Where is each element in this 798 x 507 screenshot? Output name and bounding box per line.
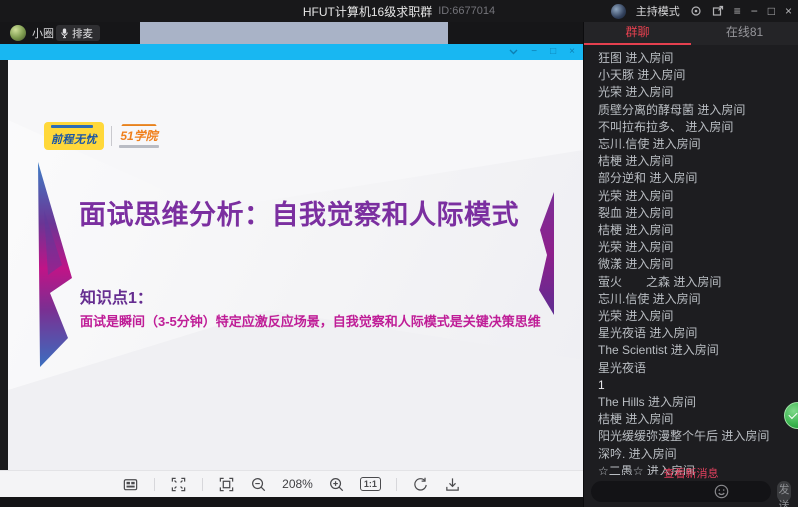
slide[interactable]: 前程无忧 51学院 面试思维分析：自我觉察和人际模式 知识点1： 面试是瞬间（3… xyxy=(8,60,583,470)
bottom-strip xyxy=(0,497,583,507)
toolbar-divider xyxy=(202,477,204,491)
chat-message: The Hills 进入房间 xyxy=(598,395,697,410)
slide-layout-button[interactable] xyxy=(122,476,139,493)
logo-51academy: 51学院 xyxy=(119,124,159,148)
chat-sidebar: 群聊 在线81 狂图 进入房间 小天豚 进入房间 光荣 进入房间质壁分离的酵母菌 进… xyxy=(583,22,798,507)
settings-gear-icon[interactable] xyxy=(690,5,702,17)
deck-minimize-icon[interactable]: − xyxy=(531,44,537,60)
host-avatar[interactable] xyxy=(610,3,626,19)
tab-group-chat[interactable]: 群聊 xyxy=(584,22,691,45)
queue-mic-label: 排麦 xyxy=(72,27,93,40)
chat-message: 微漾 进入房间 xyxy=(598,257,674,272)
chat-message: 忘川.信使 进入房间 xyxy=(598,137,701,152)
chat-message: The Scientist 进入房间 xyxy=(598,343,719,358)
chat-message: 萤火 之森 进入房间 xyxy=(598,274,722,289)
user-name: 小圈 xyxy=(32,28,54,40)
deck-window-controls: − □ × xyxy=(509,44,575,60)
fullscreen-button[interactable] xyxy=(170,476,187,493)
download-button[interactable] xyxy=(444,476,461,493)
deck-maximize-icon[interactable]: □ xyxy=(550,44,556,60)
popout-share-icon[interactable] xyxy=(712,5,724,17)
video-placeholder[interactable] xyxy=(140,22,448,44)
chat-message: 狂图 进入房间 xyxy=(598,51,674,65)
zoom-out-button[interactable] xyxy=(250,476,267,493)
maximize-icon[interactable]: □ xyxy=(768,0,775,22)
chat-message: 光荣 进入房间 xyxy=(598,309,674,324)
user-avatar[interactable] xyxy=(10,25,26,41)
chat-message: 裂血 进入房间 xyxy=(598,205,674,220)
room-title: HFUT计算机16级求职群 xyxy=(302,4,433,19)
logo-micro-text-2 xyxy=(119,145,159,148)
chat-message: 桔梗 进入房间 xyxy=(598,154,674,169)
chat-message: 1 xyxy=(598,377,605,392)
logo-roof-shape xyxy=(121,124,157,126)
slide-logo: 前程无忧 51学院 xyxy=(44,122,159,150)
queue-mic-button[interactable]: 排麦 xyxy=(56,25,100,41)
deck-toolbar: 208% 1:1 xyxy=(0,470,583,497)
chat-message: 忘川.信使 进入房间 xyxy=(598,291,701,306)
chat-message: 小天豚 进入房间 xyxy=(598,68,686,83)
chat-input-row: 发送 xyxy=(591,481,791,507)
host-mode-label: 主持模式 xyxy=(635,6,680,18)
app-window: HFUT计算机16级求职群 ID:6677014 主持模式 ≡ − □ × 小圈 xyxy=(0,0,798,507)
slide-title: 面试思维分析：自我觉察和人际模式 xyxy=(79,200,519,230)
knowledge-point-label: 知识点1： xyxy=(80,290,153,307)
user-row: 小圈 排麦 xyxy=(0,22,583,44)
chat-message: 质壁分离的酵母菌 进入房间 xyxy=(598,102,746,117)
tab-online-count[interactable]: 在线81 xyxy=(691,22,798,45)
close-icon[interactable]: × xyxy=(785,0,792,22)
chat-input[interactable] xyxy=(591,481,771,502)
send-button[interactable]: 发送 xyxy=(777,481,791,507)
chat-message: 深吟. 进入房间 xyxy=(598,446,677,461)
deck-close-icon[interactable]: × xyxy=(569,44,575,60)
chat-message: 桔梗 进入房间 xyxy=(598,412,674,427)
actual-size-button[interactable]: 1:1 xyxy=(359,477,381,491)
chat-message: 光荣 进入房间 xyxy=(598,188,674,203)
current-user: 小圈 xyxy=(10,25,54,41)
titlebar: HFUT计算机16级求职群 ID:6677014 主持模式 ≡ − □ × xyxy=(0,0,798,22)
knowledge-point-text: 面试是瞬间（3-5分钟）特定应激反应场景，自我觉察和人际模式是关键决策思维 xyxy=(80,314,541,329)
zoom-in-button[interactable] xyxy=(328,476,345,493)
rotate-button[interactable] xyxy=(412,476,429,493)
chat-message: 桔梗 进入房间 xyxy=(598,223,674,238)
chat-message: 光荣 进入房间 xyxy=(598,85,674,100)
room-id: ID:6677014 xyxy=(438,5,496,17)
logo-divider xyxy=(111,125,112,146)
collapse-chevron-icon[interactable] xyxy=(509,49,518,55)
stage-area: 小圈 排麦 − □ × 前程无忧 51学院 面试思维分析：自我觉察和人际模式 知… xyxy=(0,22,583,507)
sidebar-tabs: 群聊 在线81 xyxy=(584,22,798,45)
chat-message: 部分逆和 进入房间 xyxy=(598,171,698,186)
minimize-icon[interactable]: − xyxy=(751,0,758,22)
menu-icon[interactable]: ≡ xyxy=(734,0,741,22)
chat-message: 光荣 进入房间 xyxy=(598,240,674,255)
microphone-icon xyxy=(61,28,68,38)
zoom-level-value: 208% xyxy=(282,477,313,491)
chat-message: 不叫拉布拉多、 进入房间 xyxy=(598,119,734,134)
emoji-icon[interactable] xyxy=(714,484,729,499)
logo-micro-text xyxy=(51,125,94,128)
slide-area: 前程无忧 51学院 面试思维分析：自我觉察和人际模式 知识点1： 面试是瞬间（3… xyxy=(0,60,583,470)
chat-message: 阳光缓缓弥漫整个午后 进入房间 xyxy=(598,429,770,444)
logo-51job: 前程无忧 xyxy=(44,122,104,150)
toolbar-divider xyxy=(395,477,397,491)
toolbar-divider xyxy=(154,477,156,491)
titlebar-controls: 主持模式 ≡ − □ × xyxy=(610,0,792,22)
fit-screen-button[interactable] xyxy=(218,476,235,493)
chat-message: 星光夜语 进入房间 xyxy=(598,326,698,341)
chat-message: 星光夜语 xyxy=(598,360,647,375)
deck-window-header[interactable]: − □ × xyxy=(0,44,583,60)
view-new-messages-link[interactable]: 查看新消息 xyxy=(584,465,798,481)
chat-message-list[interactable]: 狂图 进入房间 小天豚 进入房间 光荣 进入房间 质壁分离的酵母菌 进入房间 不叫拉布拉… xyxy=(584,47,798,475)
